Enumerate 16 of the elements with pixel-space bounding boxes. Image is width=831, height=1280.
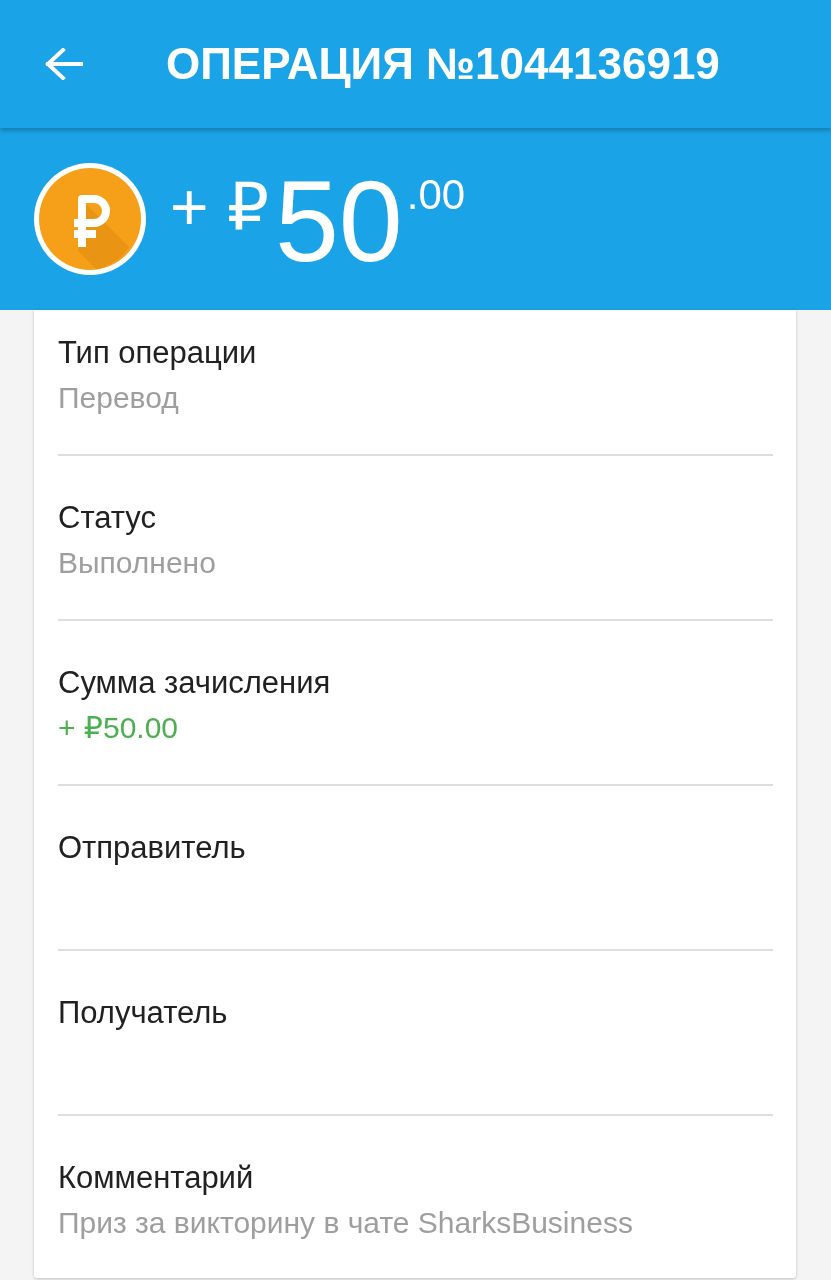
- detail-label: Комментарий: [58, 1159, 255, 1197]
- detail-value: Приз за викторину в чате SharksBusiness: [58, 1205, 634, 1241]
- detail-label: Статус: [58, 499, 157, 537]
- amount-sign: + ₽: [170, 174, 269, 240]
- detail-label: Получатель: [58, 994, 229, 1032]
- detail-label: Сумма зачисления: [58, 664, 332, 702]
- toolbar-title: ОПЕРАЦИЯ №1044136919: [166, 39, 720, 89]
- amount-whole: 50: [274, 164, 403, 279]
- detail-value: Перевод: [58, 380, 180, 416]
- ruble-coin-icon: [34, 163, 146, 275]
- detail-value: Выполнено: [58, 545, 217, 581]
- back-arrow-icon[interactable]: [45, 48, 83, 80]
- amount-fraction: .00: [406, 174, 466, 216]
- detail-value: + ₽50.00: [58, 710, 179, 746]
- detail-label: Отправитель: [58, 829, 247, 867]
- detail-label: Тип операции: [58, 334, 258, 372]
